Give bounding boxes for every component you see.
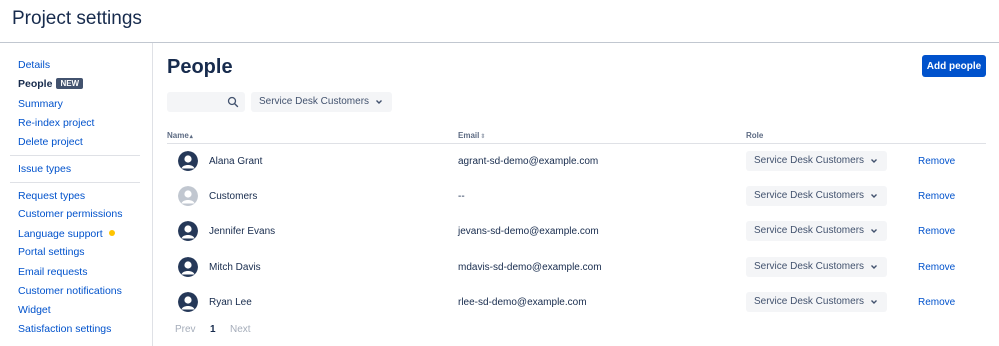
- user-name: Jennifer Evans: [209, 226, 276, 237]
- pagination-next[interactable]: Next: [230, 324, 251, 335]
- user-email: agrant-sd-demo@example.com: [458, 156, 599, 167]
- user-avatar-icon: [178, 151, 198, 171]
- sidebar-item-people[interactable]: People NEW: [18, 78, 84, 90]
- page-title: People: [167, 56, 233, 78]
- sidebar-item-label: People: [18, 78, 53, 90]
- search-icon: [227, 96, 239, 108]
- user-email: mdavis-sd-demo@example.com: [458, 262, 602, 273]
- role-value: Service Desk Customers: [754, 296, 865, 307]
- sidebar-item-label: Language support: [18, 228, 103, 240]
- add-people-button[interactable]: Add people: [922, 55, 986, 77]
- sidebar-item-label: Re-index project: [18, 117, 95, 129]
- column-header-label: Email: [458, 131, 480, 140]
- search-input[interactable]: [168, 94, 228, 113]
- sidebar-item-customer-permissions[interactable]: Customer permissions: [18, 208, 122, 220]
- role-select[interactable]: Service Desk Customers: [746, 221, 887, 241]
- table-row: Alana Grant agrant-sd-demo@example.com S…: [154, 144, 999, 179]
- chevron-down-icon: [871, 300, 877, 304]
- role-filter-value: Service Desk Customers: [259, 96, 370, 107]
- role-filter-select[interactable]: Service Desk Customers: [251, 92, 392, 112]
- main-content: People Add people Service Desk Customers…: [154, 43, 999, 346]
- sidebar-item-reindex-project[interactable]: Re-index project: [18, 117, 94, 129]
- table-row: Ryan Lee rlee-sd-demo@example.com Servic…: [154, 285, 999, 320]
- sidebar: Details People NEW Summary Re-index proje…: [0, 43, 153, 346]
- user-email: rlee-sd-demo@example.com: [458, 297, 587, 308]
- column-header-role: Role: [746, 131, 764, 140]
- sidebar-item-satisfaction-settings[interactable]: Satisfaction settings: [18, 323, 111, 335]
- sidebar-item-customer-notifications[interactable]: Customer notifications: [18, 285, 122, 297]
- table-row: Mitch Davis mdavis-sd-demo@example.com S…: [154, 250, 999, 285]
- role-value: Service Desk Customers: [754, 155, 865, 166]
- user-avatar-icon: [178, 257, 198, 277]
- role-value: Service Desk Customers: [754, 225, 865, 236]
- sidebar-item-language-support[interactable]: Language support: [18, 228, 115, 240]
- sidebar-divider: [10, 155, 140, 156]
- role-value: Service Desk Customers: [754, 261, 865, 272]
- user-email: jevans-sd-demo@example.com: [458, 226, 599, 237]
- pagination-current-page[interactable]: 1: [210, 324, 216, 335]
- sidebar-item-portal-settings[interactable]: Portal settings: [18, 246, 85, 258]
- sidebar-item-widget[interactable]: Widget: [18, 304, 51, 316]
- sidebar-item-label: Customer notifications: [18, 285, 122, 297]
- user-name: Customers: [209, 191, 258, 202]
- column-header-email[interactable]: Email⇕: [458, 131, 485, 140]
- remove-link[interactable]: Remove: [918, 297, 955, 308]
- table-row: Customers -- Service Desk Customers Remo…: [154, 179, 999, 214]
- user-name: Alana Grant: [209, 156, 263, 167]
- role-select[interactable]: Service Desk Customers: [746, 257, 887, 277]
- sidebar-divider: [10, 182, 140, 183]
- role-select[interactable]: Service Desk Customers: [746, 151, 887, 171]
- sidebar-item-label: Issue types: [18, 163, 72, 175]
- group-avatar-icon: [178, 186, 198, 206]
- column-header-name[interactable]: Name▴: [167, 131, 193, 140]
- user-avatar-icon: [178, 292, 198, 312]
- sidebar-item-label: Email requests: [18, 266, 88, 278]
- sidebar-item-label: Request types: [18, 190, 86, 202]
- chevron-down-icon: [376, 100, 382, 104]
- status-dot: [108, 230, 115, 236]
- sidebar-item-issue-types[interactable]: Issue types: [18, 163, 71, 175]
- user-name: Mitch Davis: [209, 262, 261, 273]
- header-bar: Project settings: [0, 0, 999, 43]
- sidebar-item-details[interactable]: Details: [18, 59, 50, 71]
- sidebar-item-delete-project[interactable]: Delete project: [18, 136, 83, 148]
- user-avatar-icon: [178, 221, 198, 241]
- sidebar-item-label: Summary: [18, 98, 63, 110]
- remove-link[interactable]: Remove: [918, 262, 955, 273]
- remove-link[interactable]: Remove: [918, 191, 955, 202]
- sort-ascending-icon: ▴: [189, 134, 193, 140]
- role-select[interactable]: Service Desk Customers: [746, 186, 887, 206]
- chevron-down-icon: [871, 265, 877, 269]
- sidebar-item-label: Details: [18, 59, 51, 71]
- chevron-down-icon: [871, 194, 877, 198]
- new-badge: NEW: [56, 78, 84, 89]
- sidebar-item-label: Customer permissions: [18, 208, 123, 220]
- remove-link[interactable]: Remove: [918, 156, 955, 167]
- chevron-down-icon: [871, 229, 877, 233]
- user-name: Ryan Lee: [209, 297, 252, 308]
- chevron-down-icon: [871, 159, 877, 163]
- sort-icon: ⇕: [480, 134, 486, 140]
- page-header-title: Project settings: [12, 8, 142, 29]
- sidebar-item-label: Portal settings: [18, 246, 85, 258]
- sidebar-item-request-types[interactable]: Request types: [18, 190, 85, 202]
- role-select[interactable]: Service Desk Customers: [746, 292, 887, 312]
- user-email: --: [458, 191, 465, 202]
- role-value: Service Desk Customers: [754, 190, 865, 201]
- search-field[interactable]: [167, 92, 245, 113]
- remove-link[interactable]: Remove: [918, 226, 955, 237]
- pagination-prev[interactable]: Prev: [175, 324, 196, 335]
- sidebar-item-label: Widget: [18, 304, 51, 316]
- sidebar-item-label: Satisfaction settings: [18, 323, 112, 335]
- column-header-label: Name: [167, 131, 189, 140]
- sidebar-item-email-requests[interactable]: Email requests: [18, 266, 87, 278]
- sidebar-item-summary[interactable]: Summary: [18, 98, 63, 110]
- sidebar-item-label: Delete project: [18, 136, 83, 148]
- table-row: Jennifer Evans jevans-sd-demo@example.co…: [154, 214, 999, 249]
